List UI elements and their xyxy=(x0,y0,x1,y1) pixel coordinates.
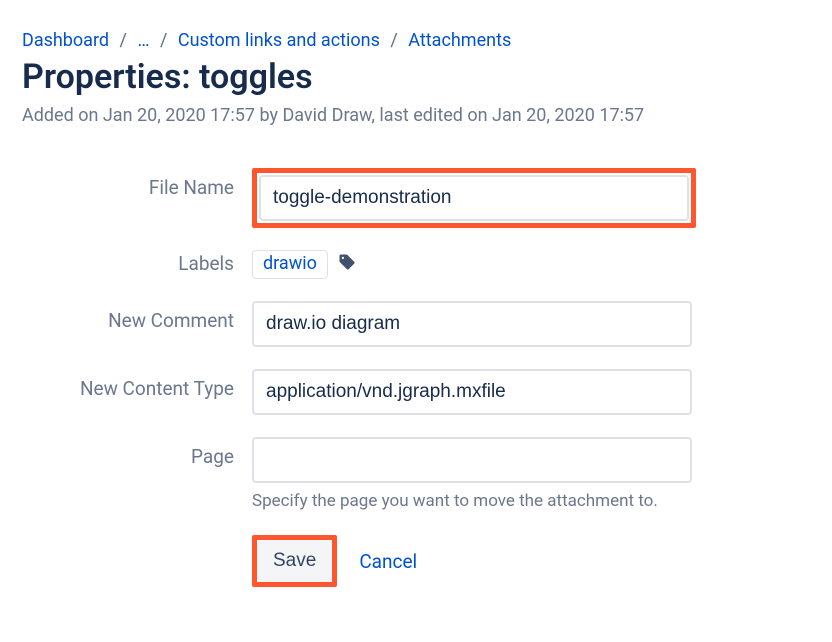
breadcrumb-separator: / xyxy=(160,30,167,51)
save-highlight: Save xyxy=(252,535,337,587)
page-helper-text: Specify the page you want to move the at… xyxy=(252,491,792,511)
breadcrumb-separator: / xyxy=(390,30,397,51)
file-name-input[interactable] xyxy=(259,175,689,221)
page-input[interactable] xyxy=(252,437,692,483)
breadcrumb-attachments[interactable]: Attachments xyxy=(408,30,511,51)
new-comment-label: New Comment xyxy=(22,301,252,332)
save-button[interactable]: Save xyxy=(257,540,332,582)
file-name-label: File Name xyxy=(22,168,252,199)
new-comment-input[interactable] xyxy=(252,301,692,347)
new-content-type-label: New Content Type xyxy=(22,369,252,400)
file-name-highlight xyxy=(252,168,696,228)
labels-label: Labels xyxy=(22,250,252,275)
tag-icon[interactable] xyxy=(338,253,356,276)
meta-info: Added on Jan 20, 2020 17:57 by David Dra… xyxy=(22,105,810,126)
new-content-type-input[interactable] xyxy=(252,369,692,415)
breadcrumb-separator: / xyxy=(120,30,127,51)
breadcrumb: Dashboard / … / Custom links and actions… xyxy=(22,30,810,51)
page-label: Page xyxy=(22,437,252,468)
cancel-link[interactable]: Cancel xyxy=(359,550,417,573)
page-title: Properties: toggles xyxy=(22,57,810,97)
label-chip[interactable]: drawio xyxy=(252,250,328,279)
breadcrumb-custom-links[interactable]: Custom links and actions xyxy=(178,30,380,51)
breadcrumb-ellipsis[interactable]: … xyxy=(137,30,149,51)
breadcrumb-dashboard[interactable]: Dashboard xyxy=(22,30,109,51)
